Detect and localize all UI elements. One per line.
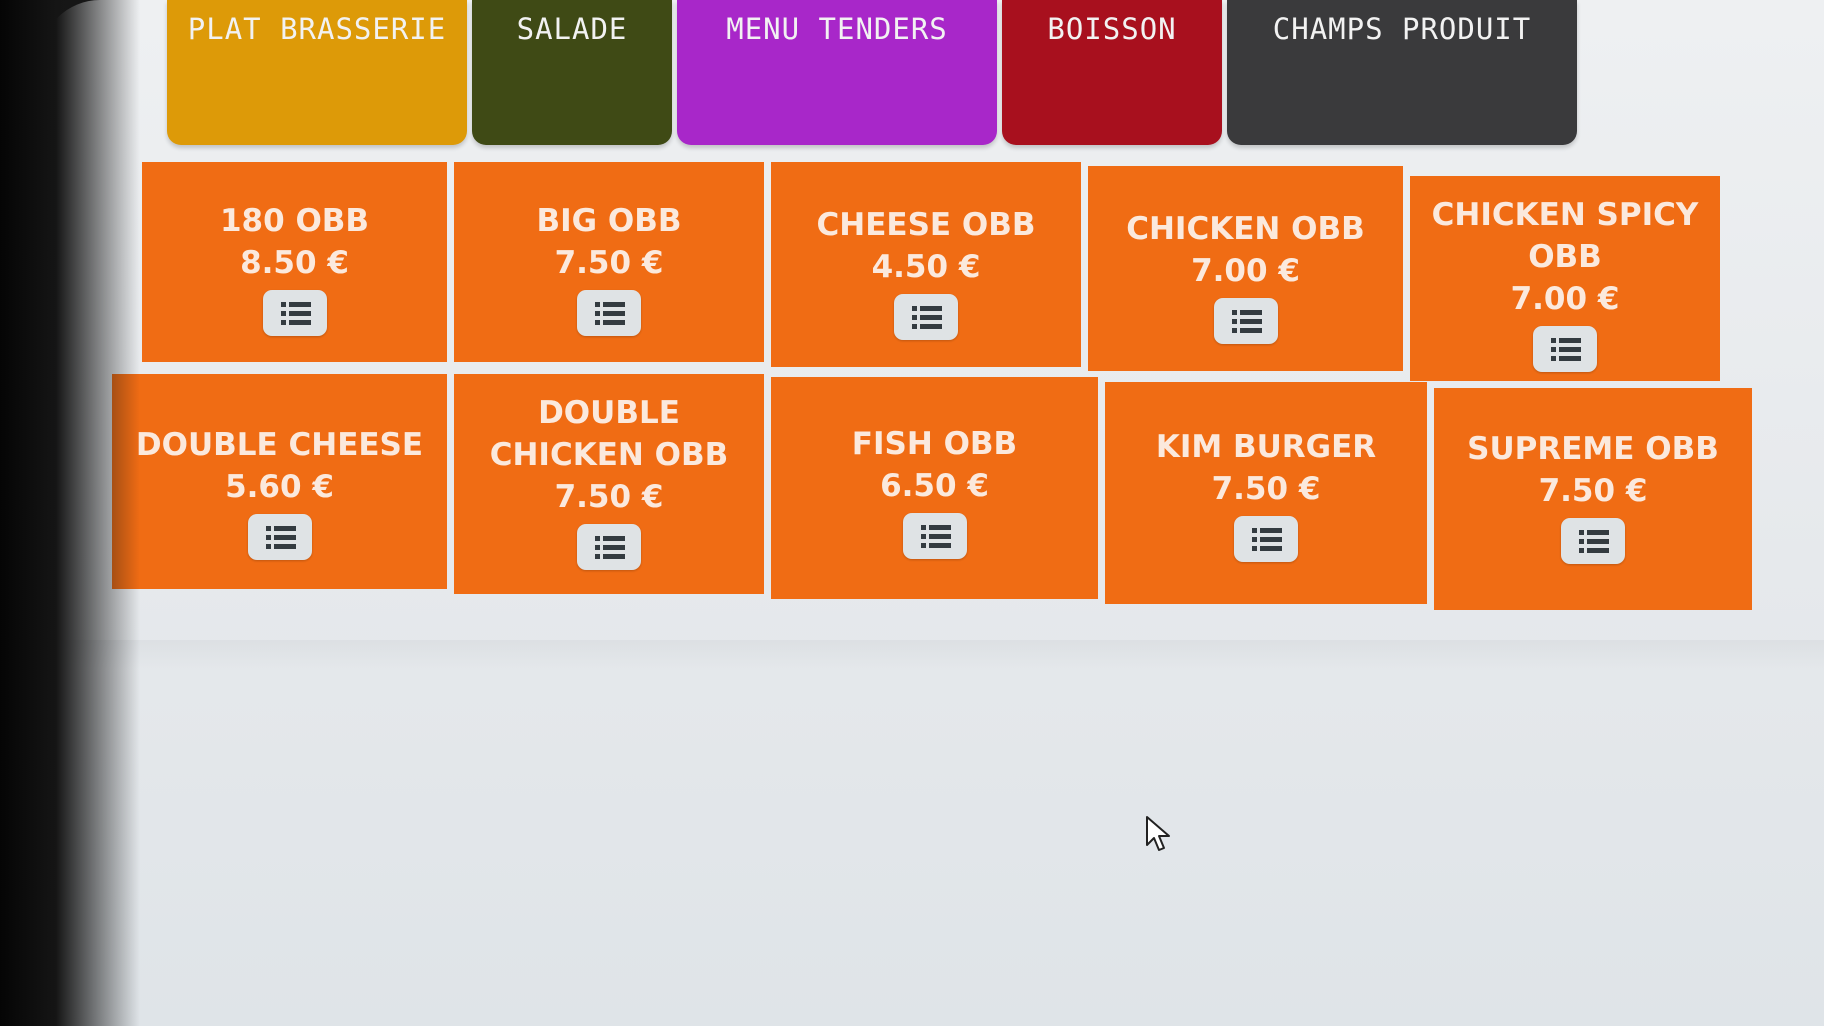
- pos-screen: PLAT BRASSERIE SALADE MENU TENDERS BOISS…: [40, 0, 1824, 1026]
- list-icon: [595, 301, 625, 325]
- mouse-cursor-icon: [1145, 815, 1171, 853]
- product-name: SUPREME OBB: [1467, 431, 1719, 467]
- tab-label: PLAT BRASSERIE: [187, 12, 447, 46]
- details-button[interactable]: [1213, 298, 1278, 344]
- list-icon: [265, 525, 296, 549]
- product-price: 5.60 €: [225, 469, 334, 505]
- product-price: 8.50 €: [240, 245, 349, 281]
- list-icon: [280, 301, 311, 325]
- product-name: BIG OBB: [536, 203, 682, 239]
- tab-label: MENU TENDERS: [726, 12, 948, 46]
- details-button[interactable]: [247, 514, 312, 560]
- product-name: CHICKEN OBB: [1126, 211, 1365, 247]
- list-icon: [912, 305, 942, 329]
- product-price: 7.50 €: [554, 479, 664, 515]
- tab-boisson[interactable]: BOISSON: [1002, 0, 1222, 145]
- category-tabs: PLAT BRASSERIE SALADE MENU TENDERS BOISS…: [167, 0, 1677, 150]
- tab-label: CHAMPS PRODUIT: [1272, 12, 1532, 46]
- product-tile-180-obb[interactable]: 180 OBB 8.50 €: [142, 162, 447, 362]
- product-tile-supreme-obb[interactable]: SUPREME OBB 7.50 €: [1434, 388, 1752, 610]
- product-tile-big-obb[interactable]: BIG OBB 7.50 €: [454, 162, 764, 362]
- tab-plat-brasserie[interactable]: PLAT BRASSERIE: [167, 0, 467, 145]
- details-button[interactable]: [902, 513, 967, 559]
- details-button[interactable]: [577, 524, 641, 570]
- content-divider: [40, 640, 1824, 670]
- product-tile-kim-burger[interactable]: KIM BURGER 7.50 €: [1105, 382, 1427, 604]
- list-icon: [595, 535, 625, 559]
- details-button[interactable]: [1533, 326, 1597, 372]
- tab-salade[interactable]: SALADE: [472, 0, 672, 145]
- product-name: DOUBLE CHICKEN OBB: [489, 395, 729, 473]
- product-price: 4.50 €: [871, 249, 981, 285]
- product-name: KIM BURGER: [1155, 429, 1377, 465]
- product-tile-fish-obb[interactable]: FISH OBB 6.50 €: [771, 377, 1098, 599]
- list-icon: [1231, 309, 1262, 333]
- product-tile-chicken-obb[interactable]: CHICKEN OBB 7.00 €: [1088, 166, 1403, 371]
- list-icon: [920, 524, 951, 548]
- product-name: 180 OBB: [219, 203, 370, 239]
- product-price: 7.50 €: [554, 245, 664, 281]
- product-name: CHICKEN SPICY OBB: [1431, 197, 1699, 275]
- product-price: 7.50 €: [1211, 471, 1321, 507]
- product-name: CHEESE OBB: [816, 207, 1036, 243]
- product-grid: 180 OBB 8.50 € BIG OBB 7.50 € CHEESE OBB…: [112, 162, 1752, 612]
- details-button[interactable]: [262, 290, 327, 336]
- product-price: 6.50 €: [880, 468, 989, 504]
- product-name: FISH OBB: [851, 426, 1018, 462]
- tab-label: BOISSON: [1047, 12, 1177, 46]
- list-icon: [1579, 529, 1609, 553]
- product-tile-double-chicken-obb[interactable]: DOUBLE CHICKEN OBB 7.50 €: [454, 374, 764, 594]
- tab-champs-produit[interactable]: CHAMPS PRODUIT: [1227, 0, 1577, 145]
- tab-label: SALADE: [516, 12, 628, 46]
- details-button[interactable]: [1234, 516, 1298, 562]
- product-tile-chicken-spicy-obb[interactable]: CHICKEN SPICY OBB 7.00 €: [1410, 176, 1720, 381]
- details-button[interactable]: [1561, 518, 1625, 564]
- product-tile-cheese-obb[interactable]: CHEESE OBB 4.50 €: [771, 162, 1081, 367]
- list-icon: [1252, 527, 1282, 551]
- product-price: 7.00 €: [1191, 253, 1300, 289]
- tab-menu-tenders[interactable]: MENU TENDERS: [677, 0, 997, 145]
- list-icon: [1551, 337, 1581, 361]
- product-tile-double-cheese[interactable]: DOUBLE CHEESE 5.60 €: [112, 374, 447, 589]
- details-button[interactable]: [894, 294, 958, 340]
- details-button[interactable]: [577, 290, 641, 336]
- product-price: 7.50 €: [1538, 473, 1648, 509]
- product-name: DOUBLE CHEESE: [135, 427, 424, 463]
- product-price: 7.00 €: [1510, 281, 1620, 317]
